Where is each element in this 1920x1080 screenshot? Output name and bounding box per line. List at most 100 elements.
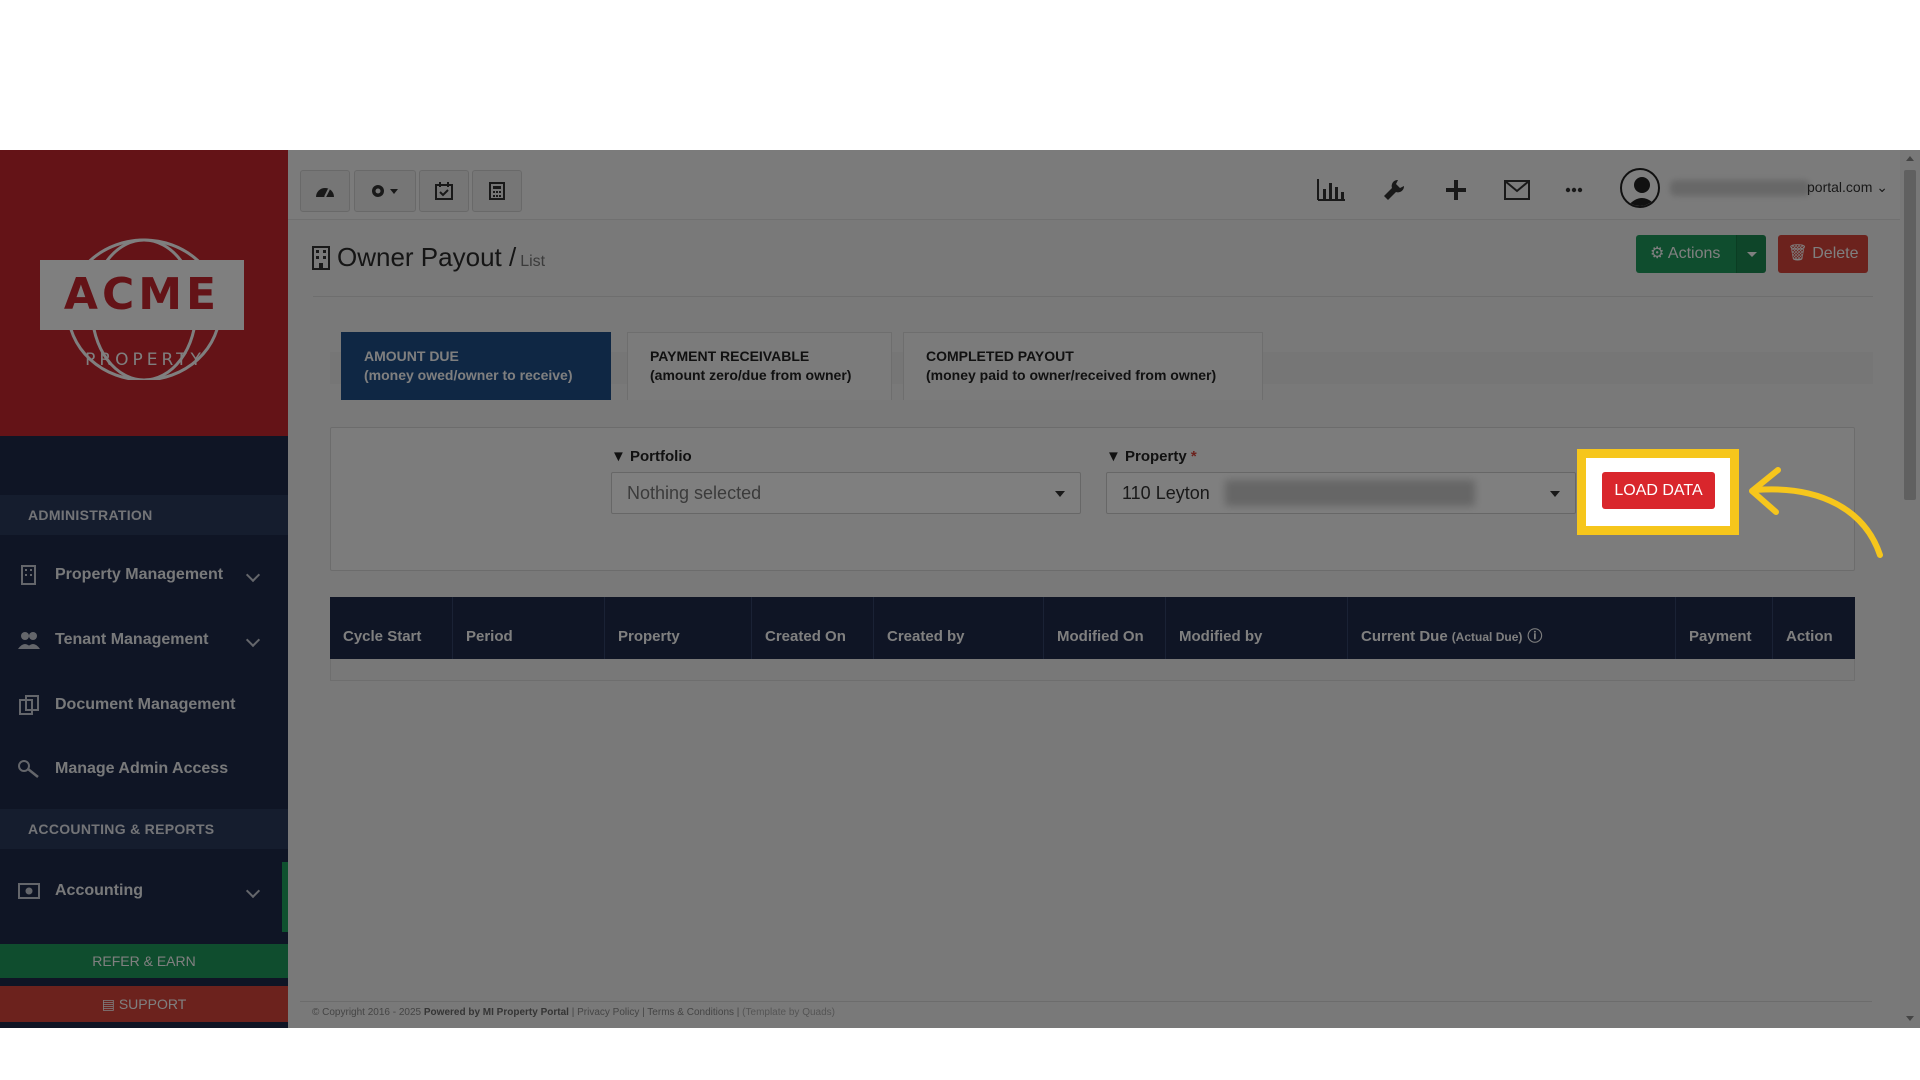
settings-dropdown-button[interactable] — [354, 170, 416, 212]
page-subtitle: List — [520, 253, 546, 270]
table-header: Cycle Start Period Property Created On C… — [330, 597, 1855, 659]
ellipsis-icon — [1565, 187, 1583, 193]
trash-icon: 🗑 — [1787, 245, 1808, 262]
gear-icon — [372, 185, 398, 197]
footer-template: (Template by Quads) — [742, 1007, 835, 1018]
chevron-down-icon — [245, 632, 261, 648]
scrollbar[interactable] — [1900, 150, 1920, 1028]
messages-button[interactable] — [1497, 170, 1537, 210]
column-header[interactable]: Period — [453, 597, 605, 659]
app-window: ACME PROPERTY ADMINISTRATION Property Ma… — [0, 150, 1920, 1028]
logo[interactable]: ACME PROPERTY — [0, 150, 288, 436]
delete-label: Delete — [1812, 245, 1859, 262]
sidebar-item-label: Manage Admin Access — [55, 760, 229, 777]
tab-amount-due[interactable]: AMOUNT DUE (money owed/owner to receive) — [341, 332, 611, 400]
chevron-down-icon — [245, 883, 261, 899]
calculator-icon — [489, 182, 505, 200]
tab-description: (amount zero/due from owner) — [650, 367, 852, 383]
tools-button[interactable] — [1374, 170, 1414, 210]
key-icon — [18, 760, 39, 778]
top-bar: portal.com ⌄ — [288, 150, 1900, 220]
sidebar-item-manage-admin-access[interactable]: Manage Admin Access — [0, 740, 288, 798]
envelope-icon — [1504, 180, 1530, 200]
dashboard-button[interactable] — [300, 170, 350, 212]
portfolio-select[interactable]: Nothing selected — [611, 472, 1081, 514]
chevron-down-icon: ⌄ — [1876, 179, 1888, 195]
portfolio-label: ▼ Portfolio — [611, 448, 692, 465]
sidebar-item-label: Tenant Management — [55, 631, 209, 648]
more-button[interactable] — [1554, 170, 1594, 210]
avatar[interactable] — [1620, 168, 1660, 208]
section-accounting-reports: ACCOUNTING & REPORTS — [0, 809, 288, 849]
logo-subtitle: PROPERTY — [85, 350, 205, 370]
column-header[interactable]: Modified by — [1166, 597, 1348, 659]
sidebar-item-property-management[interactable]: Property Management — [0, 546, 288, 604]
refer-and-earn-button[interactable]: REFER & EARN — [0, 944, 288, 978]
support-button[interactable]: ▤ SUPPORT — [0, 986, 288, 1022]
tab-payment-receivable[interactable]: PAYMENT RECEIVABLE (amount zero/due from… — [627, 332, 892, 400]
property-label: ▼ Property * — [1106, 448, 1197, 465]
chevron-down-icon — [245, 567, 261, 583]
tutorial-dim-overlay — [0, 150, 1920, 1028]
dashboard-gauge-icon — [316, 188, 334, 198]
column-header[interactable]: Property — [605, 597, 752, 659]
footer-copyright: © Copyright 2016 - 2025 — [312, 1007, 422, 1018]
scroll-up-arrow-icon[interactable] — [1906, 156, 1914, 161]
calendar-button[interactable] — [419, 170, 469, 212]
documents-icon — [19, 695, 39, 715]
required-marker: * — [1190, 448, 1197, 465]
bar-chart-icon — [1317, 179, 1345, 201]
calendar-check-icon — [435, 182, 453, 200]
footer-powered-by[interactable]: Powered by MI Property Portal — [424, 1007, 569, 1018]
add-button[interactable] — [1436, 170, 1476, 210]
actions-label: Actions — [1667, 245, 1721, 262]
user-email-suffix: portal.com — [1807, 179, 1873, 195]
caret-down-icon — [1055, 491, 1065, 497]
calculator-button[interactable] — [472, 170, 522, 212]
column-header[interactable]: Cycle Start — [330, 597, 453, 659]
gear-icon: ⚙ — [1650, 245, 1668, 262]
column-header[interactable]: Action — [1773, 597, 1855, 659]
sidebar-item-document-management[interactable]: Document Management — [0, 676, 288, 734]
header-divider — [313, 296, 1873, 297]
column-header-label: Current Due — [1361, 628, 1448, 645]
column-header-sub: (Actual Due) — [1451, 630, 1523, 644]
tab-title: COMPLETED PAYOUT — [926, 348, 1074, 364]
tab-title: AMOUNT DUE — [364, 348, 459, 364]
users-icon — [18, 632, 40, 649]
sidebar-item-tenant-management[interactable]: Tenant Management — [0, 611, 288, 669]
reports-button[interactable] — [1311, 170, 1351, 210]
user-menu[interactable]: portal.com ⌄ — [1668, 176, 1888, 198]
actions-dropdown-toggle[interactable] — [1736, 235, 1766, 273]
logo-word: ACME — [40, 260, 244, 330]
wrench-icon — [1384, 179, 1405, 200]
column-header[interactable]: Created On — [752, 597, 874, 659]
sidebar: ACME PROPERTY ADMINISTRATION Property Ma… — [0, 150, 288, 1028]
portfolio-select-value: Nothing selected — [627, 483, 762, 503]
property-label-text: Property — [1125, 448, 1187, 465]
scroll-thumb[interactable] — [1904, 170, 1916, 500]
filter-icon: ▼ — [1106, 448, 1126, 465]
column-header[interactable]: Modified On — [1044, 597, 1166, 659]
plus-icon — [1446, 180, 1466, 200]
load-data-button[interactable]: LOAD DATA — [1602, 472, 1715, 509]
column-header[interactable]: Created by — [874, 597, 1044, 659]
footer-links[interactable]: | Privacy Policy | Terms & Conditions | — [572, 1007, 740, 1018]
section-administration: ADMINISTRATION — [0, 495, 288, 535]
delete-button[interactable]: 🗑 Delete — [1778, 235, 1868, 273]
footer: © Copyright 2016 - 2025 Powered by MI Pr… — [312, 1007, 835, 1018]
tab-description: (money paid to owner/received from owner… — [926, 367, 1217, 383]
page-title: Owner Payout / List — [337, 242, 545, 273]
user-silhouette-icon — [1627, 177, 1657, 206]
sidebar-item-label: Property Management — [55, 566, 224, 583]
property-name-redacted — [1225, 480, 1475, 506]
tab-description: (money owed/owner to receive) — [364, 367, 573, 383]
tab-completed-payout[interactable]: COMPLETED PAYOUT (money paid to owner/re… — [903, 332, 1263, 400]
sidebar-item-accounting[interactable]: Accounting — [0, 862, 288, 932]
sidebar-item-label: Document Management — [55, 696, 236, 713]
scroll-down-arrow-icon[interactable] — [1906, 1016, 1914, 1021]
column-header[interactable]: Payment — [1676, 597, 1773, 659]
support-icon: ▤ — [101, 996, 119, 1012]
column-header-current-due[interactable]: Current Due (Actual Due) ⓘ — [1348, 597, 1676, 659]
tab-title: PAYMENT RECEIVABLE — [650, 348, 810, 364]
